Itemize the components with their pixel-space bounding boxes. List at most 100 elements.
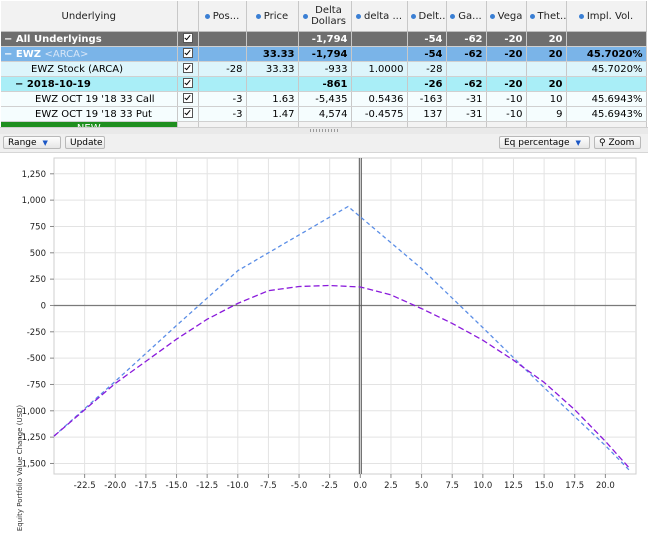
sort-dot-icon — [450, 13, 456, 19]
col-delta-pct[interactable]: delta ... — [351, 1, 408, 32]
sort-dot-icon — [303, 13, 309, 19]
theta-cell — [526, 61, 567, 77]
chart-canvas: -22.5 -20.0 -17.5 -15.0 -12.5 -10.0 -7.5 -5.0 -2… — [19, 157, 637, 491]
sort-dot-icon — [410, 13, 416, 19]
position-cell — [198, 31, 247, 47]
underlying-cell[interactable]: − EWZ <ARCA> — [1, 46, 178, 62]
x-tick-label: -5.0 — [291, 481, 308, 491]
y-tick-label: 750 — [30, 222, 46, 232]
table-row-ewz-stock[interactable]: EWZ Stock (ARCA) -28 33.33 -933 1.0000 -… — [1, 61, 647, 77]
delta-pct-cell — [351, 46, 408, 62]
table-header-row: Underlying Pos... Price Delta Dollars del… — [1, 1, 647, 32]
delta-dollars-cell: -933 — [298, 61, 352, 77]
delta-cell: -54 — [407, 46, 447, 62]
impl-vol-cell: 45.7020% — [566, 46, 647, 62]
gamma-cell: -31 — [446, 91, 487, 107]
col-underlying[interactable]: Underlying — [1, 1, 178, 32]
underlying-cell[interactable]: EWZ OCT 19 '18 33 Put — [1, 106, 178, 122]
x-tick-label: 0.0 — [354, 481, 368, 491]
range-dropdown[interactable]: Range ▼ — [3, 136, 61, 149]
delta-dollars-cell: -1,794 — [298, 46, 352, 62]
collapse-icon[interactable]: − — [4, 34, 12, 45]
col-theta[interactable]: Thet... — [526, 1, 567, 32]
delta-cell: -163 — [407, 91, 447, 107]
x-tick-label: 17.5 — [565, 481, 584, 491]
y-tick-label: 250 — [30, 275, 46, 285]
col-vega[interactable]: Vega — [486, 1, 527, 32]
portfolio-window: Underlying Pos... Price Delta Dollars del… — [0, 0, 648, 531]
include-checkbox[interactable] — [177, 61, 199, 77]
table-row-put-option[interactable]: EWZ OCT 19 '18 33 Put -3 1.47 4,574 -0.4… — [1, 106, 647, 122]
underlying-cell[interactable]: − All Underlyings — [1, 31, 178, 47]
delta-dollars-cell: 4,574 — [298, 106, 352, 122]
table-row-all-underlyings[interactable]: − All Underlyings -1,794 -54 -62 -20 20 — [1, 31, 647, 47]
delta-dollars-cell: -1,794 — [298, 31, 352, 47]
x-tick-label: 5.0 — [415, 481, 429, 491]
price-cell — [246, 76, 299, 92]
include-checkbox[interactable] — [177, 46, 199, 62]
include-checkbox[interactable] — [177, 31, 199, 47]
x-tick-label: -22.5 — [74, 481, 96, 491]
price-cell: 1.47 — [246, 106, 299, 122]
x-tick-label: -15.0 — [166, 481, 188, 491]
delta-cell: 137 — [407, 106, 447, 122]
col-price[interactable]: Price — [246, 1, 299, 32]
x-tick-label: -2.5 — [321, 481, 338, 491]
y-tick-label: -1,250 — [19, 433, 46, 443]
col-delta[interactable]: Delt... — [407, 1, 447, 32]
table-row-ewz[interactable]: − EWZ <ARCA> 33.33 -1,794 -54 -62 -20 20… — [1, 46, 647, 62]
position-cell — [198, 46, 247, 62]
x-tick-label: 15.0 — [535, 481, 554, 491]
collapse-icon[interactable]: − — [4, 49, 12, 60]
underlying-cell[interactable]: EWZ Stock (ARCA) — [1, 61, 178, 77]
y-tick-label: -500 — [27, 354, 46, 364]
chart-toolbar: Range ▼ Update Eq percentage ▼ ⚲ Zoom — [0, 134, 648, 153]
position-cell: -3 — [198, 91, 247, 107]
impl-vol-cell: 45.7020% — [566, 61, 647, 77]
col-impl-vol[interactable]: Impl. Vol. — [566, 1, 647, 32]
price-cell: 33.33 — [246, 46, 299, 62]
gamma-cell: -62 — [446, 46, 487, 62]
dropdown-arrow-icon: ▼ — [42, 139, 48, 147]
include-checkbox[interactable] — [177, 76, 199, 92]
x-tick-label: -17.5 — [135, 481, 157, 491]
y-tick-label: -250 — [27, 328, 46, 338]
col-delta-dollars[interactable]: Delta Dollars — [298, 1, 352, 32]
vega-cell: -10 — [486, 91, 527, 107]
sort-dot-icon — [529, 13, 535, 19]
include-checkbox[interactable] — [177, 91, 199, 107]
sort-dot-icon — [578, 13, 584, 19]
table-row-expiry-date[interactable]: − 2018-10-19 -861 -26 -62 -20 20 — [1, 76, 647, 92]
position-cell — [198, 76, 247, 92]
delta-dollars-cell: -861 — [298, 76, 352, 92]
delta-cell: -26 — [407, 76, 447, 92]
table-row-call-option[interactable]: EWZ OCT 19 '18 33 Call -3 1.63 -5,435 0.… — [1, 91, 647, 107]
y-tick-label: 500 — [30, 249, 46, 259]
vega-cell: -10 — [486, 106, 527, 122]
theta-cell: 10 — [526, 91, 567, 107]
theta-cell: 9 — [526, 106, 567, 122]
zoom-button[interactable]: ⚲ Zoom — [594, 136, 641, 149]
collapse-icon[interactable]: − — [15, 79, 23, 90]
vega-cell — [486, 61, 527, 77]
include-checkbox[interactable] — [177, 106, 199, 122]
delta-pct-cell — [351, 76, 408, 92]
underlying-cell[interactable]: − 2018-10-19 — [1, 76, 178, 92]
col-check — [177, 1, 199, 32]
gamma-cell: -31 — [446, 106, 487, 122]
impl-vol-cell: 45.6943% — [566, 106, 647, 122]
y-tick-label: 1,250 — [22, 170, 46, 180]
delta-pct-cell: 1.0000 — [351, 61, 408, 77]
price-cell: 1.63 — [246, 91, 299, 107]
gamma-cell: -62 — [446, 31, 487, 47]
x-tick-label: -20.0 — [104, 481, 126, 491]
col-position[interactable]: Pos... — [198, 1, 247, 32]
update-button[interactable]: Update — [65, 136, 105, 149]
x-tick-label: 2.5 — [384, 481, 398, 491]
col-gamma[interactable]: Ga... — [446, 1, 487, 32]
mode-dropdown[interactable]: Eq percentage ▼ — [499, 136, 590, 149]
x-tick-label: 7.5 — [445, 481, 459, 491]
pnl-chart[interactable]: Equity Portfolio Value Change (USD) -22.… — [0, 152, 648, 531]
underlying-cell[interactable]: EWZ OCT 19 '18 33 Call — [1, 91, 178, 107]
theta-cell: 20 — [526, 31, 567, 47]
